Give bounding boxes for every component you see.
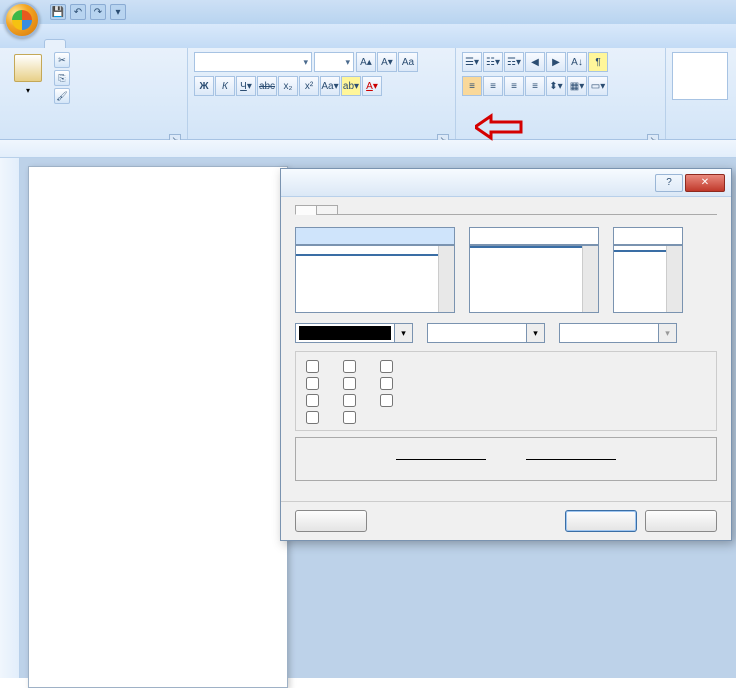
shadow-checkbox[interactable] [343,360,360,373]
copy-button[interactable]: ⎘ [54,70,72,86]
tab-view[interactable] [178,40,198,48]
annotation-arrow-icon [475,112,523,142]
clear-formatting-button[interactable]: Aa [398,52,418,72]
highlight-button[interactable]: ab▾ [341,76,361,96]
font-size-combo[interactable] [314,52,354,72]
underline-color-combo: ▾ [559,323,677,343]
tab-insert[interactable] [68,40,88,48]
show-marks-button[interactable]: ¶ [588,52,608,72]
color-swatch [299,326,391,340]
copy-icon: ⎘ [54,70,70,86]
effects-fieldset [295,351,717,431]
title-bar: 💾 ↶ ↷ ▾ [0,0,736,24]
engrave-checkbox[interactable] [343,411,360,424]
borders-button[interactable]: ▭▾ [588,76,608,96]
smallcaps-checkbox[interactable] [380,360,397,373]
cut-button[interactable]: ✂ [54,52,72,68]
allcaps-checkbox[interactable] [380,377,397,390]
align-left-button[interactable]: ≡ [462,76,482,96]
change-case-button[interactable]: Aa▾ [320,76,340,96]
font-style-list[interactable] [469,245,599,313]
tab-mailings[interactable] [134,40,154,48]
tab-home[interactable] [44,39,66,48]
scrollbar[interactable] [582,246,598,312]
office-button[interactable] [4,2,40,38]
tab-references[interactable] [112,40,132,48]
outline-checkbox[interactable] [343,377,360,390]
ribbon: ▾ ✂ ⎘ 🖌 ↘ A▴ A▾ Aa Ж К [0,48,736,140]
sort-button[interactable]: A↓ [567,52,587,72]
double-strike-checkbox[interactable] [306,377,323,390]
shading-button[interactable]: ▦▾ [567,76,587,96]
align-right-button[interactable]: ≡ [504,76,524,96]
tab-font-dialog[interactable] [295,205,317,215]
scrollbar[interactable] [438,246,454,312]
font-name-input[interactable] [295,227,455,245]
font-name-combo[interactable] [194,52,312,72]
strikethrough-button[interactable]: abc [257,76,277,96]
dialog-tabs [295,205,717,215]
quick-access-toolbar: 💾 ↶ ↷ ▾ [50,4,126,20]
underline-style-combo[interactable]: ▾ [427,323,545,343]
font-color-combo[interactable]: ▾ [295,323,413,343]
numbering-button[interactable]: ☷▾ [483,52,503,72]
emboss-checkbox[interactable] [343,394,360,407]
scissors-icon: ✂ [54,52,70,68]
paste-button[interactable]: ▾ [6,52,50,133]
bold-button[interactable]: Ж [194,76,214,96]
undo-icon[interactable]: ↶ [70,4,86,20]
multilevel-button[interactable]: ☶▾ [504,52,524,72]
font-group-label: ↘ [194,133,449,137]
close-button[interactable]: ✕ [685,174,725,192]
decrease-indent-button[interactable]: ◀ [525,52,545,72]
scrollbar[interactable] [666,246,682,312]
style-normal-preview[interactable] [672,52,728,100]
increase-indent-button[interactable]: ▶ [546,52,566,72]
font-name-list[interactable] [295,245,455,313]
dialog-titlebar[interactable]: ? ✕ [281,169,731,197]
subscript-checkbox[interactable] [306,411,323,424]
font-dialog: ? ✕ [280,168,732,541]
tab-review[interactable] [156,40,176,48]
strikethrough-checkbox[interactable] [306,360,323,373]
chevron-down-icon: ▾ [527,323,545,343]
cancel-button[interactable] [645,510,717,532]
default-button[interactable] [295,510,367,532]
line-spacing-button[interactable]: ⬍▾ [546,76,566,96]
subscript-button[interactable]: x₂ [278,76,298,96]
chevron-down-icon: ▾ [395,323,413,343]
font-color-button[interactable]: A▾ [362,76,382,96]
superscript-checkbox[interactable] [306,394,323,407]
font-size-input[interactable] [613,227,683,245]
underline-button[interactable]: Ч▾ [236,76,256,96]
chevron-down-icon: ▾ [659,323,677,343]
shrink-font-button[interactable]: A▾ [377,52,397,72]
tab-addins[interactable] [200,40,220,48]
tab-spacing-dialog[interactable] [316,205,338,215]
qat-customize-icon[interactable]: ▾ [110,4,126,20]
ok-button[interactable] [565,510,637,532]
font-size-list[interactable] [613,245,683,313]
tab-page-layout[interactable] [90,40,110,48]
save-icon[interactable]: 💾 [50,4,66,20]
help-button[interactable]: ? [655,174,683,192]
align-center-button[interactable]: ≡ [483,76,503,96]
clipboard-group-label: ↘ [6,133,181,137]
bullets-button[interactable]: ☰▾ [462,52,482,72]
format-painter-button[interactable]: 🖌 [54,88,72,104]
horizontal-ruler[interactable] [0,140,736,158]
paste-icon [14,54,42,82]
font-style-input[interactable] [469,227,599,245]
hidden-checkbox[interactable] [380,394,397,407]
grow-font-button[interactable]: A▴ [356,52,376,72]
justify-button[interactable]: ≡ [525,76,545,96]
brush-icon: 🖌 [54,88,70,104]
superscript-button[interactable]: x² [299,76,319,96]
document-page[interactable] [28,166,288,688]
vertical-ruler[interactable] [0,158,20,678]
ribbon-tabs [0,24,736,48]
font-preview [295,437,717,481]
redo-icon[interactable]: ↷ [90,4,106,20]
italic-button[interactable]: К [215,76,235,96]
